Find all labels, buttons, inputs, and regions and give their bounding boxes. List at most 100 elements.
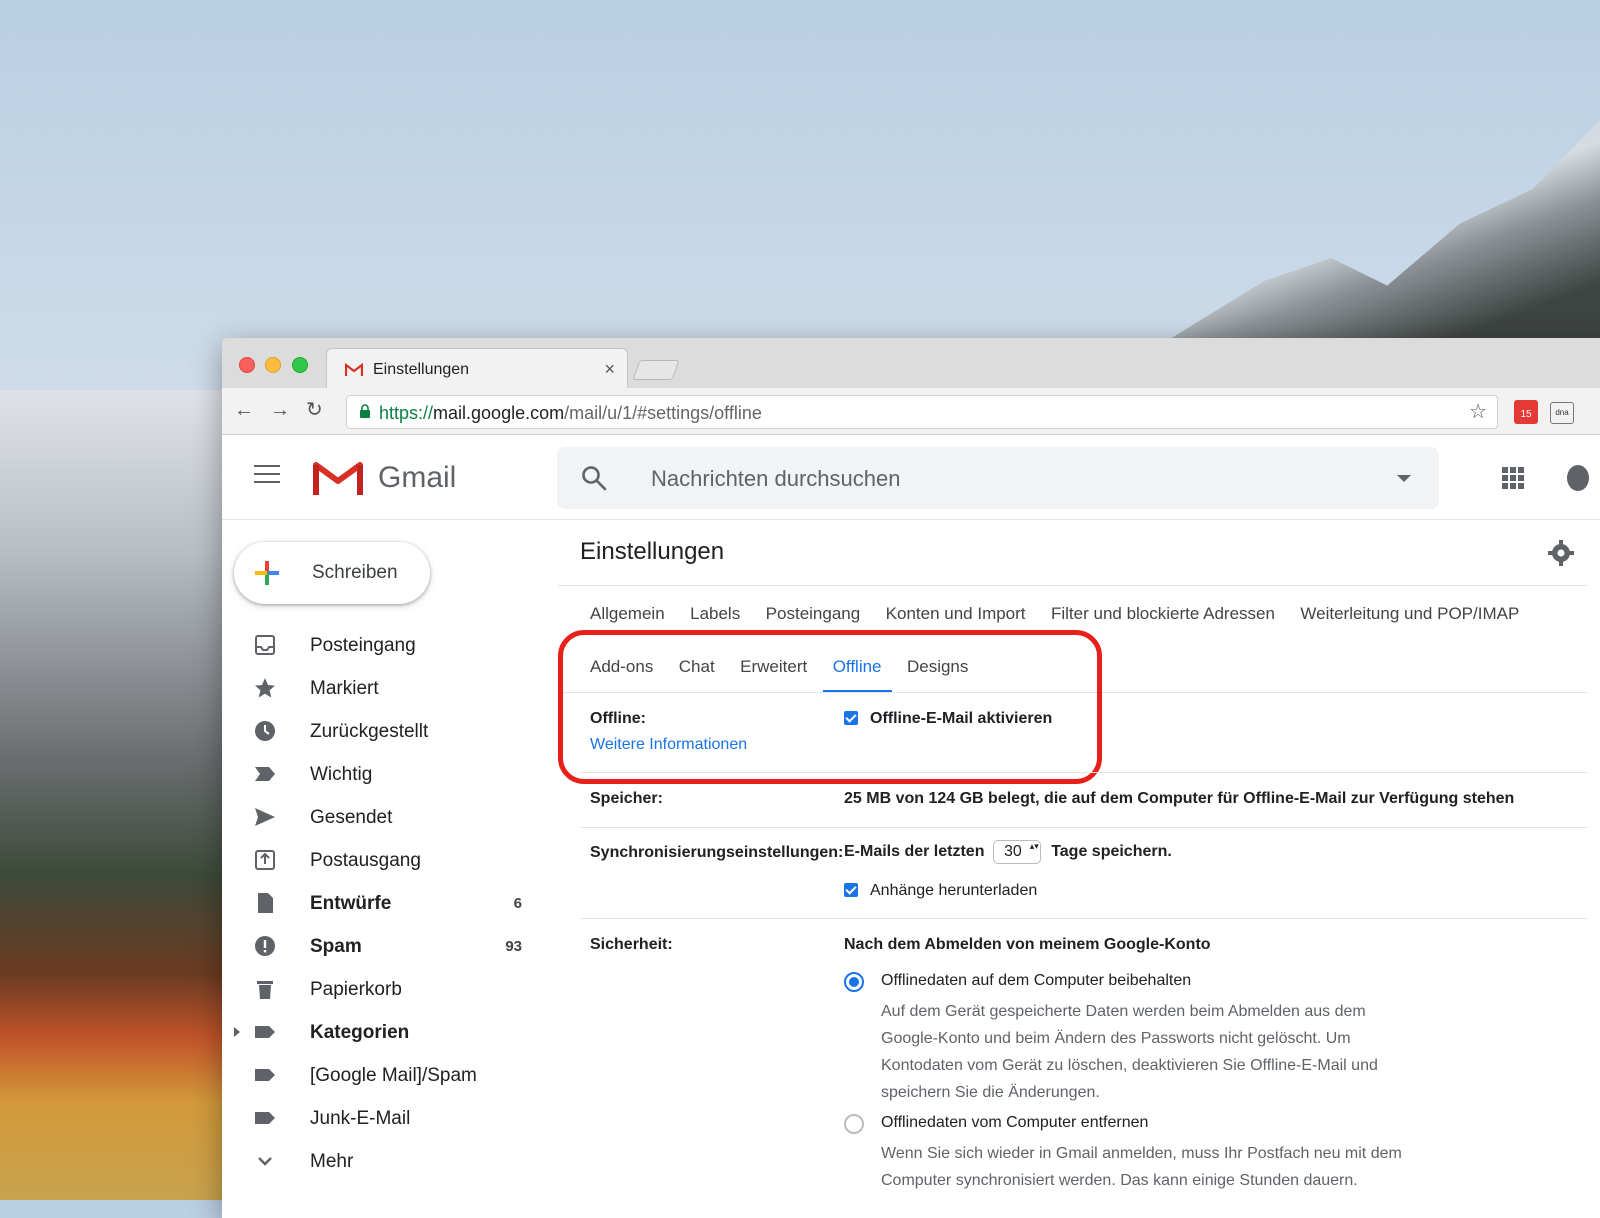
compose-label: Schreiben: [312, 562, 398, 583]
bookmark-star-icon[interactable]: ☆: [1469, 399, 1487, 424]
back-icon[interactable]: ←: [234, 400, 254, 420]
sidebar-item-posteingang[interactable]: Posteingang: [222, 624, 542, 667]
search-icon[interactable]: [581, 465, 607, 491]
url-text: https://mail.google.com/mail/u/1/#settin…: [379, 403, 762, 423]
sidebar-item-label: Markiert: [310, 678, 379, 699]
sidebar: Schreiben Posteingang Markiert Zurückges…: [222, 520, 542, 1218]
inbox-icon: [255, 635, 275, 655]
sidebar-item-count: 6: [513, 895, 522, 912]
sync-label: Synchronisierungseinstellungen:: [590, 844, 844, 861]
nav-list: Posteingang Markiert Zurückgestellt Wich…: [222, 624, 542, 1183]
tab-allgemein[interactable]: Allgemein: [590, 604, 665, 640]
label-icon: [255, 1026, 275, 1038]
sidebar-item-label: Papierkorb: [310, 979, 402, 1000]
new-tab-button[interactable]: [632, 360, 680, 380]
sidebar-item-zurueckgestellt[interactable]: Zurückgestellt: [222, 710, 542, 753]
sidebar-item-junk-e-mail[interactable]: Junk-E-Mail: [222, 1097, 542, 1140]
divider: [580, 772, 1588, 773]
sidebar-item-gesendet[interactable]: Gesendet: [222, 796, 542, 839]
sidebar-item-label: Mehr: [310, 1151, 354, 1172]
desktop-wallpaper-right: [1152, 120, 1600, 350]
address-bar[interactable]: https://mail.google.com/mail/u/1/#settin…: [346, 395, 1498, 429]
clock-icon: [255, 721, 275, 741]
star-icon: [255, 678, 275, 698]
sidebar-item-mehr[interactable]: Mehr: [222, 1140, 542, 1183]
remove-offline-data-desc: Wenn Sie sich wieder in Gmail anmelden, …: [881, 1145, 1402, 1189]
sidebar-item-label: Kategorien: [310, 1022, 410, 1043]
remove-offline-data-title: Offlinedaten vom Computer entfernen: [881, 1114, 1149, 1131]
extension-icon[interactable]: dna: [1550, 402, 1574, 424]
settings-panel: Einstellungen Allgemein Labels Posteinga…: [558, 520, 1600, 1218]
search-input[interactable]: [649, 465, 1353, 493]
reload-icon[interactable]: ↻: [306, 400, 323, 420]
page-title: Einstellungen: [580, 538, 725, 565]
lock-icon: [360, 404, 370, 418]
gear-icon[interactable]: [1548, 540, 1574, 566]
forward-icon[interactable]: →: [270, 400, 290, 420]
keep-offline-data-title: Offlinedaten auf dem Computer beibehalte…: [881, 972, 1192, 989]
divider: [558, 692, 1588, 693]
remove-offline-data-radio[interactable]: [844, 1114, 864, 1134]
tab-title: Einstellungen: [373, 361, 470, 378]
sidebar-item-label: Entwürfe: [310, 893, 392, 914]
close-window-button[interactable]: [239, 357, 255, 373]
minimize-window-button[interactable]: [265, 357, 281, 373]
close-tab-icon[interactable]: ×: [604, 359, 615, 380]
desktop-wallpaper-left: [0, 390, 240, 1200]
tab-offline[interactable]: Offline: [822, 657, 892, 693]
sidebar-item-kategorien[interactable]: Kategorien: [222, 1011, 542, 1054]
tab-konten-und-import[interactable]: Konten und Import: [886, 604, 1026, 640]
sidebar-item-label: Postausgang: [310, 850, 421, 871]
attachments-checkbox-row[interactable]: Anhänge herunterladen: [844, 882, 1037, 900]
browser-window: Einstellungen × ← → ↻ https://mail.googl…: [222, 338, 1600, 1218]
tab-chat[interactable]: Chat: [679, 657, 715, 693]
offline-checkbox-label: Offline-E-Mail aktivieren: [870, 710, 1053, 727]
sidebar-item-postausgang[interactable]: Postausgang: [222, 839, 542, 882]
tab-erweitert[interactable]: Erweitert: [740, 657, 807, 693]
sync-row: E-Mails der letzten 30 Tage speichern.: [844, 840, 1172, 864]
security-label: Sicherheit:: [590, 936, 673, 953]
sidebar-item-entwuerfe[interactable]: Entwürfe 6: [222, 882, 542, 925]
highlight-outline: [558, 630, 1102, 784]
sidebar-item-count: 93: [505, 938, 522, 955]
sidebar-item-papierkorb[interactable]: Papierkorb: [222, 968, 542, 1011]
search-options-icon[interactable]: [1397, 475, 1411, 482]
tab-posteingang[interactable]: Posteingang: [766, 604, 861, 640]
tab-designs[interactable]: Designs: [907, 657, 968, 693]
sidebar-item-wichtig[interactable]: Wichtig: [222, 753, 542, 796]
sync-suffix: Tage speichern.: [1051, 843, 1172, 860]
attachments-checkbox[interactable]: [844, 883, 858, 897]
sync-days-select[interactable]: 30: [992, 840, 1041, 864]
label-icon: [255, 1069, 275, 1081]
keep-offline-data-radio[interactable]: [844, 972, 864, 992]
trash-icon: [257, 981, 273, 999]
tab-labels[interactable]: Labels: [690, 604, 740, 640]
important-icon: [255, 767, 275, 781]
label-icon: [255, 1112, 275, 1124]
send-icon: [255, 808, 275, 826]
main-menu-icon[interactable]: [254, 465, 280, 485]
tab-filter[interactable]: Filter und blockierte Adressen: [1051, 604, 1275, 640]
tab-add-ons[interactable]: Add-ons: [590, 657, 653, 693]
browser-tab[interactable]: Einstellungen ×: [326, 348, 628, 389]
divider: [558, 585, 1588, 586]
maximize-window-button[interactable]: [292, 357, 308, 373]
divider: [580, 827, 1588, 828]
sidebar-item-markiert[interactable]: Markiert: [222, 667, 542, 710]
calendar-extension-icon[interactable]: 15: [1514, 400, 1538, 424]
app-name: Gmail: [378, 461, 457, 494]
avatar[interactable]: [1567, 465, 1589, 491]
expand-arrow-icon[interactable]: [234, 1027, 240, 1037]
compose-button[interactable]: Schreiben: [234, 542, 430, 604]
settings-tabs-row-1: Allgemein Labels Posteingang Konten und …: [590, 604, 1540, 640]
sidebar-item-google-mail-spam[interactable]: [Google Mail]/Spam: [222, 1054, 542, 1097]
sidebar-item-spam[interactable]: Spam 93: [222, 925, 542, 968]
offline-checkbox[interactable]: [844, 711, 858, 725]
plus-icon: [255, 561, 279, 585]
tab-weiterleitung[interactable]: Weiterleitung und POP/IMAP: [1300, 604, 1519, 640]
more-info-link[interactable]: Weitere Informationen: [590, 736, 747, 754]
sidebar-item-label: Junk-E-Mail: [310, 1108, 411, 1129]
offline-checkbox-row[interactable]: Offline-E-Mail aktivieren: [844, 710, 1052, 728]
spam-icon: [255, 936, 275, 956]
apps-grid-icon[interactable]: [1502, 467, 1524, 489]
